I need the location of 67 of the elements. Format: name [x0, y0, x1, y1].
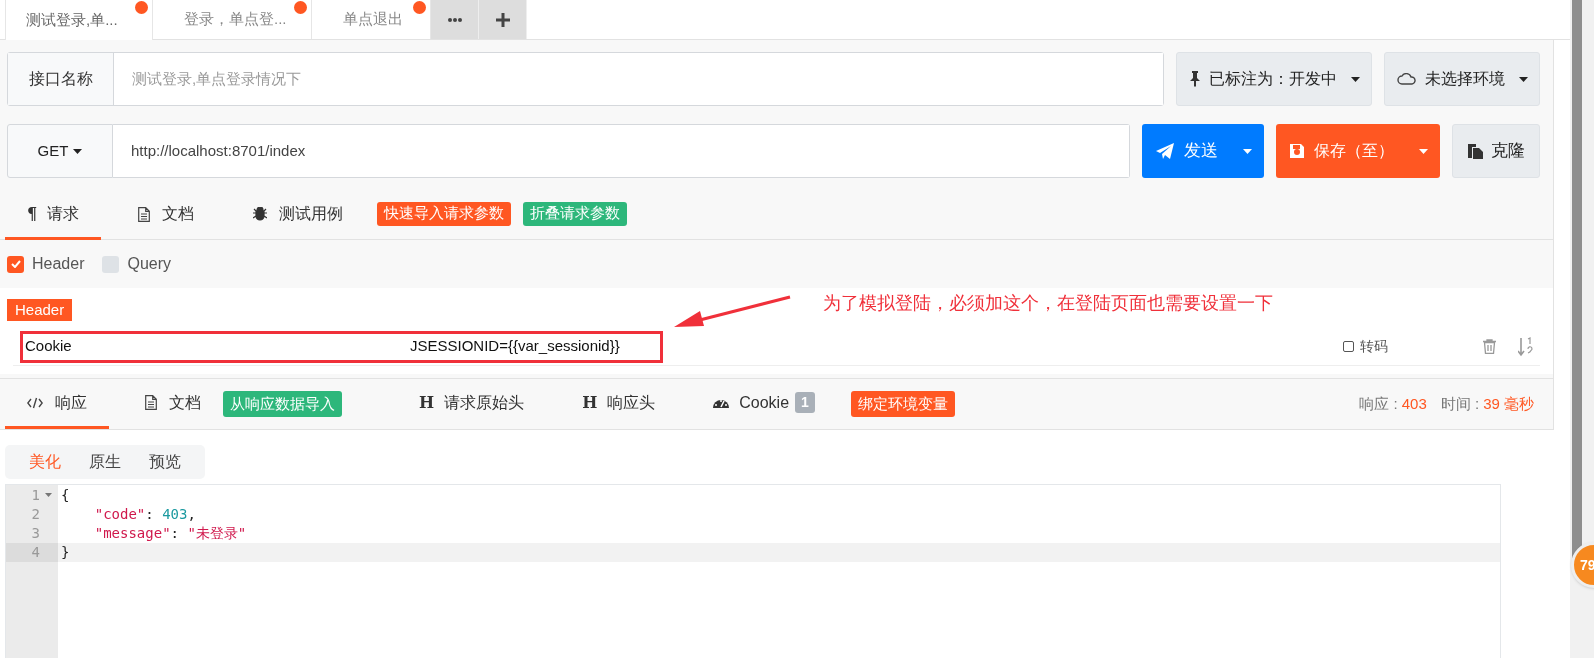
code-line: "message": "未登录": [93, 524, 248, 543]
send-button[interactable]: 发送: [1142, 124, 1264, 178]
fold-caret-icon[interactable]: [45, 493, 52, 497]
status-value: 403: [1401, 393, 1427, 414]
line-number: 1: [31, 487, 40, 503]
plus-icon: [495, 12, 510, 27]
section-tab[interactable]: ¶ 请求: [5, 191, 102, 240]
more-icon: [447, 17, 462, 22]
method-dropdown[interactable]: GET: [7, 124, 113, 178]
name-field[interactable]: 接口名称 测试登录,单点登录情况下: [7, 52, 1164, 106]
section-tab[interactable]: H 响应头: [560, 379, 678, 429]
time-value: 39 毫秒: [1483, 393, 1534, 414]
section-tab[interactable]: 文档: [123, 379, 223, 429]
clone-button[interactable]: 克隆: [1452, 124, 1540, 178]
checkbox[interactable]: [102, 255, 120, 273]
code-icon: [27, 396, 43, 409]
code-line: "code": 403,: [93, 505, 197, 524]
environment-button[interactable]: 未选择环境: [1384, 52, 1540, 106]
header-value: JSESSIONID={{var_sessionid}}: [410, 336, 620, 357]
delete-button[interactable]: [1483, 339, 1496, 354]
caret-icon: [1350, 76, 1360, 82]
document-icon: [138, 206, 151, 222]
section-tab[interactable]: 文档: [116, 191, 217, 240]
caret-icon: [1243, 148, 1252, 154]
url-field[interactable]: http://localhost:8701/index: [113, 124, 1130, 178]
bug-icon: [253, 207, 268, 221]
line-number: 4: [31, 544, 40, 560]
status-label: 响应 :: [1359, 393, 1398, 414]
section-tab[interactable]: 测试用例: [231, 191, 366, 240]
count-badge: 1: [795, 392, 815, 413]
pin-icon: [1188, 71, 1201, 87]
checkbox[interactable]: [1343, 341, 1354, 352]
copy-icon: [1467, 143, 1483, 159]
checkbox-label: Query: [127, 254, 172, 274]
view-tab[interactable]: 预览: [135, 445, 195, 479]
header-key: Cookie: [25, 335, 72, 358]
code-line: {: [60, 486, 71, 505]
line-number: 2: [31, 506, 40, 522]
status-button[interactable]: 已标注为：开发中: [1176, 52, 1372, 106]
field-label: 接口名称: [8, 53, 114, 105]
section-tab[interactable]: Cookie 1: [691, 379, 837, 429]
section-tab[interactable]: H 请求原始头: [397, 379, 547, 429]
annotation-text: 为了模拟登陆，必须加这个，在登陆页面也需要设置一下: [823, 291, 1273, 315]
line-number: 3: [31, 525, 40, 541]
section-tab[interactable]: 响应: [5, 379, 109, 429]
request-tab[interactable]: 测试登录,单...: [5, 0, 153, 40]
sort-button[interactable]: [1518, 336, 1534, 357]
sort-icon: [1518, 336, 1534, 357]
caret-icon: [1419, 148, 1428, 154]
paper-plane-icon: [1156, 143, 1174, 159]
new-tab-button[interactable]: [479, 0, 527, 39]
view-tab[interactable]: 原生: [75, 445, 135, 479]
check-icon: [10, 260, 21, 268]
heading-icon: H: [582, 390, 598, 415]
caret-icon: [1518, 76, 1528, 82]
caret-icon: [73, 148, 83, 154]
heading-icon: H: [419, 390, 435, 415]
time-label: 时间 :: [1440, 393, 1480, 414]
checkbox[interactable]: [7, 255, 24, 273]
cloud-icon: [1396, 73, 1417, 85]
pilcrow-icon: ¶: [27, 202, 38, 226]
floppy-icon: [1290, 144, 1304, 158]
section-badge: Header: [7, 299, 73, 321]
checkbox-label: Header: [32, 254, 85, 274]
document-icon: [145, 395, 157, 410]
checkbox-label: 转码: [1360, 337, 1388, 356]
trash-icon: [1483, 339, 1496, 354]
